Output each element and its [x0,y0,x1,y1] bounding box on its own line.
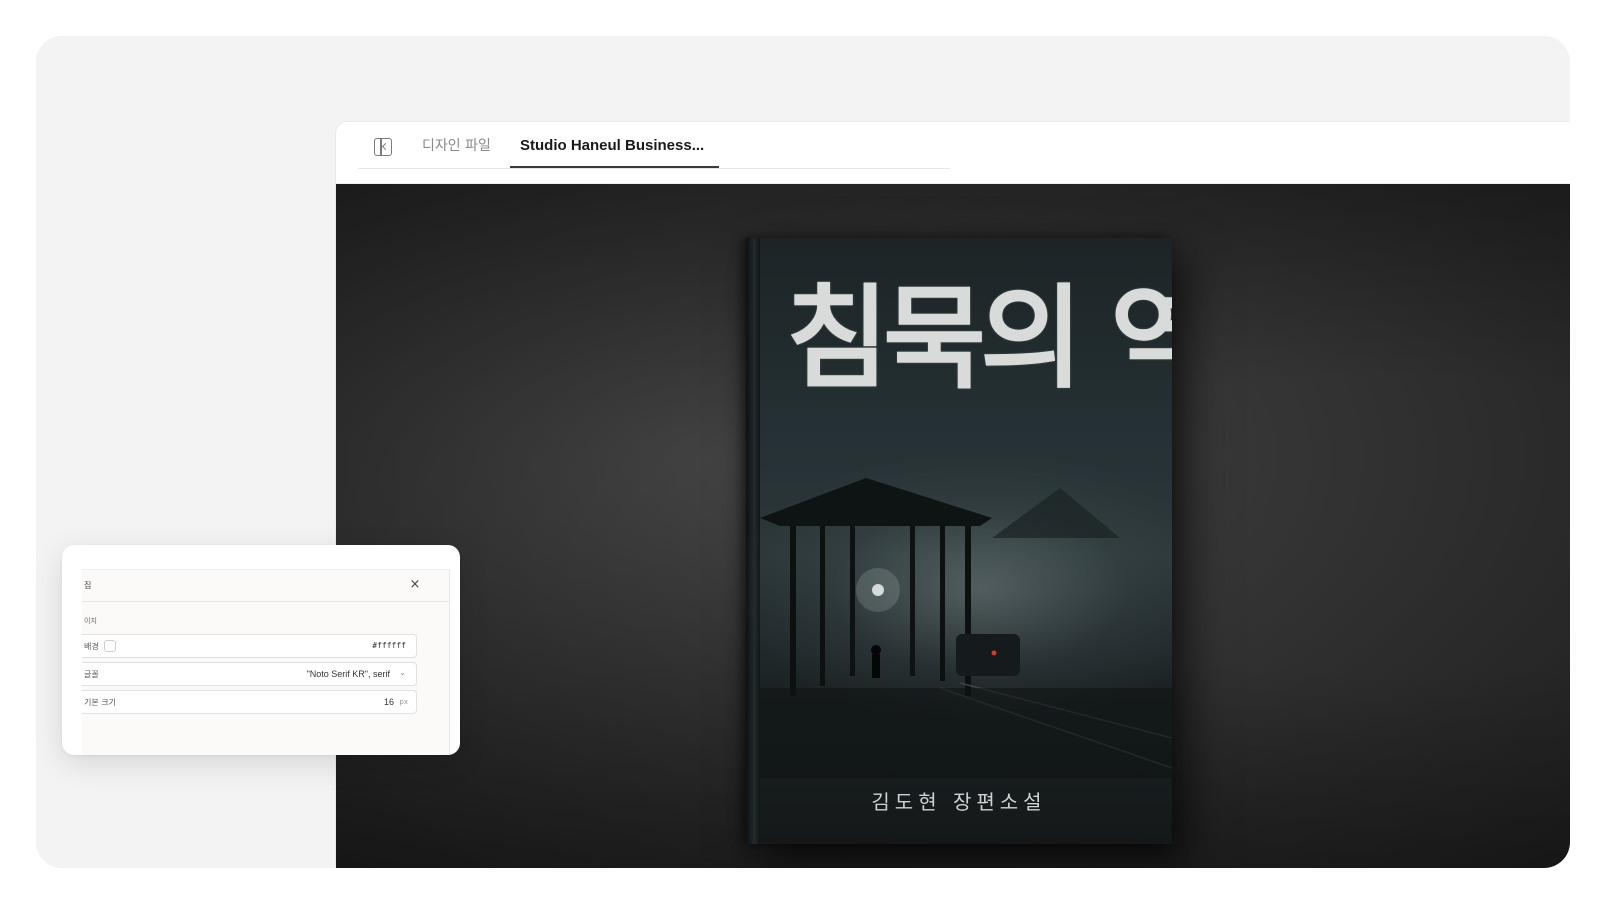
chevron-down-icon[interactable]: ⌄ [399,668,406,677]
base-size-label: 기본 크기 [84,698,116,707]
properties-header: 집 × [82,570,449,602]
font-value: "Noto Serif KR", serif [306,669,390,679]
active-tab-indicator [510,166,719,168]
background-label: 배경 [84,642,99,651]
tab-divider [358,168,950,169]
properties-content: 집 × 이지 배경 #ffffff 글꼴 "Noto Serif KR", se… [82,569,450,755]
design-canvas[interactable]: 침묵의 역 김도현 장편소설 [336,184,1570,868]
base-size-unit: px [399,698,408,706]
editor-window: 디자인 파일 Studio Haneul Business... 침묵의 역 김… [336,122,1570,868]
tab-design-file[interactable]: 디자인 파일 [422,136,491,168]
background-value: #ffffff [372,641,406,650]
book-title: 침묵의 역 [786,274,1172,404]
properties-panel: 집 × 이지 배경 #ffffff 글꼴 "Noto Serif KR", se… [62,545,460,755]
sidebar-toggle-icon[interactable] [374,138,392,156]
color-swatch[interactable] [104,640,116,652]
tab-active-document[interactable]: Studio Haneul Business... [520,136,704,168]
background-color-field[interactable]: 배경 #ffffff [82,634,417,658]
font-family-select[interactable]: 글꼴 "Noto Serif KR", serif ⌄ [82,662,417,686]
font-label: 글꼴 [84,670,99,679]
section-label-page: 이지 [84,617,97,625]
base-size-field[interactable]: 기본 크기 16 px [82,690,417,714]
base-size-value[interactable]: 16 [384,697,394,707]
book-author: 김도현 장편소설 [871,790,1047,814]
station-illustration [760,478,1172,778]
properties-title: 집 [84,581,92,590]
close-icon[interactable]: × [406,576,424,594]
tab-bar: 디자인 파일 Studio Haneul Business... [336,122,1570,184]
book-cover[interactable]: 침묵의 역 김도현 장편소설 [746,238,1172,844]
